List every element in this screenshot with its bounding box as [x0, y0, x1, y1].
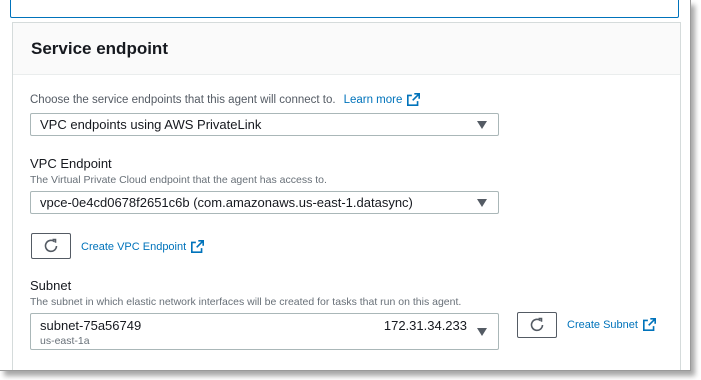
subnet-label: Subnet	[30, 278, 72, 293]
endpoint-type-value: VPC endpoints using AWS PrivateLink	[40, 117, 262, 132]
subnet-select[interactable]: subnet-75a56749 us-east-1a 172.31.34.233	[30, 313, 499, 350]
external-link-icon	[407, 93, 421, 106]
create-subnet-label: Create Subnet	[567, 318, 638, 331]
refresh-icon	[44, 238, 58, 253]
create-subnet-link[interactable]: Create Subnet	[567, 318, 656, 331]
refresh-icon	[530, 317, 544, 332]
vpc-endpoint-description: The Virtual Private Cloud endpoint that …	[30, 174, 327, 186]
intro-text-row: Choose the service endpoints that this a…	[30, 93, 421, 106]
caret-down-icon	[477, 120, 487, 129]
previous-section-panel	[10, 0, 679, 18]
service-endpoint-card: Service endpoint Choose the service endp…	[12, 22, 681, 370]
refresh-subnets-button[interactable]	[517, 312, 557, 338]
external-link-icon	[191, 240, 205, 253]
external-link-icon	[642, 318, 656, 331]
create-vpc-endpoint-label: Create VPC Endpoint	[81, 240, 187, 253]
subnet-id: subnet-75a56749	[40, 318, 142, 333]
create-vpc-endpoint-link[interactable]: Create VPC Endpoint	[81, 240, 205, 253]
vpc-endpoint-select[interactable]: vpce-0e4cd0678f2651c6b (com.amazonaws.us…	[30, 191, 499, 214]
caret-down-icon	[477, 327, 487, 336]
refresh-vpc-endpoints-button[interactable]	[31, 233, 71, 259]
endpoint-type-select[interactable]: VPC endpoints using AWS PrivateLink	[30, 113, 499, 136]
vpc-endpoint-value: vpce-0e4cd0678f2651c6b (com.amazonaws.us…	[40, 195, 413, 210]
subnet-description: The subnet in which elastic network inte…	[30, 296, 462, 308]
section-title: Service endpoint	[31, 38, 168, 58]
subnet-ip: 172.31.34.233	[383, 318, 467, 333]
learn-more-link[interactable]: Learn more	[344, 93, 421, 106]
caret-down-icon	[477, 198, 487, 207]
intro-text: Choose the service endpoints that this a…	[30, 93, 336, 106]
window-frame: Service endpoint Choose the service endp…	[0, 0, 691, 371]
learn-more-label: Learn more	[343, 93, 403, 106]
subnet-availability-zone: us-east-1a	[40, 335, 90, 347]
vpc-endpoint-label: VPC Endpoint	[30, 156, 112, 171]
card-header: Service endpoint	[13, 23, 680, 75]
